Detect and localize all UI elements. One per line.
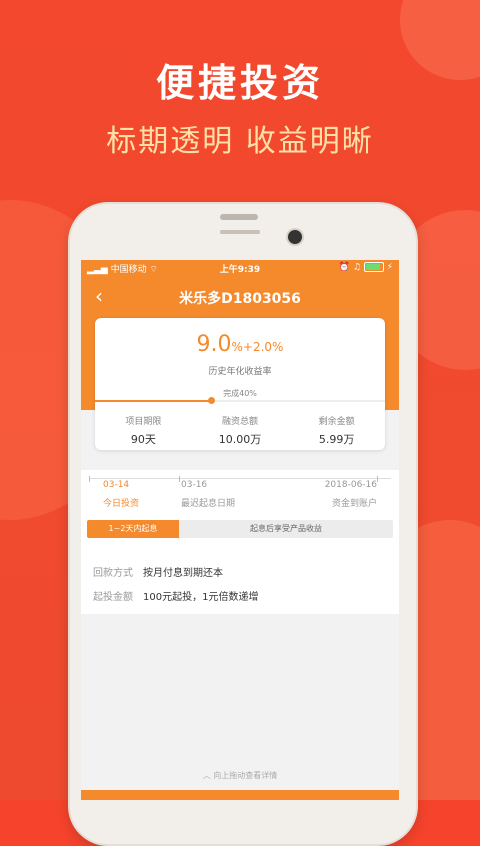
phase-start: 1~2天内起息 bbox=[87, 520, 179, 538]
progress-fill bbox=[95, 400, 211, 402]
detail-repayment: 回款方式 按月付息到期还本 bbox=[93, 564, 223, 579]
timeline-phase-bar: 1~2天内起息 起息后享受产品收益 bbox=[87, 520, 393, 538]
investment-details: 回款方式 按月付息到期还本 起投金额 100元起投，1元倍数递增 bbox=[81, 552, 399, 614]
rate-display: 9.0%+2.0% bbox=[95, 332, 385, 357]
stat-label: 融资总额 bbox=[222, 417, 259, 427]
timeline-tick bbox=[89, 476, 90, 482]
timeline-text: 最迟起息日期 bbox=[181, 499, 236, 509]
phone-camera bbox=[286, 228, 304, 246]
stat-value: 5.99万 bbox=[318, 433, 355, 446]
stat-total: 融资总额 10.00万 bbox=[192, 410, 289, 450]
phase-earning: 起息后享受产品收益 bbox=[250, 524, 322, 533]
timeline-date: 2018-06-16 bbox=[324, 480, 377, 490]
detail-label: 回款方式 bbox=[93, 568, 133, 579]
charging-icon: ⚡ bbox=[386, 262, 393, 273]
stat-term: 项目期限 90天 bbox=[95, 410, 192, 450]
timeline-tick bbox=[377, 476, 378, 482]
status-bar: ▂▃▅ 中国移动 ⌔ 上午9:39 ⏰ ♫ ⚡ bbox=[81, 260, 399, 276]
headphones-icon: ♫ bbox=[352, 262, 361, 273]
battery-icon bbox=[363, 262, 384, 272]
pull-up-footer[interactable]: ︿ 向上拖动查看详情 bbox=[81, 762, 399, 800]
progress-bar bbox=[95, 397, 385, 404]
investment-timeline: 03-14 今日投资 03-16 最迟起息日期 2018-06-16 资金到账户… bbox=[81, 470, 399, 560]
detail-value: 按月付息到期还本 bbox=[143, 568, 223, 579]
phone-speaker bbox=[220, 214, 258, 220]
footer-stripe bbox=[81, 790, 399, 800]
timeline-line bbox=[89, 478, 391, 479]
summary-card: 9.0%+2.0% 历史年化收益率 完成40% 项目期限 90天 融资总额 10… bbox=[95, 318, 385, 450]
alarm-icon: ⏰ bbox=[338, 262, 350, 273]
stat-value: 90天 bbox=[130, 433, 156, 446]
timeline-text: 资金到账户 bbox=[331, 499, 377, 509]
promo-headline: 便捷投资 bbox=[155, 61, 324, 105]
stat-value: 10.00万 bbox=[218, 433, 262, 446]
rate-suffix: %+2.0% bbox=[231, 340, 284, 354]
timeline-date: 03-16 bbox=[181, 480, 208, 490]
timeline-text: 今日投资 bbox=[103, 499, 140, 509]
progress-handle bbox=[208, 397, 215, 404]
stats-row: 项目期限 90天 融资总额 10.00万 剩余金额 5.99万 bbox=[95, 410, 385, 450]
rate-main: 9.0 bbox=[196, 332, 232, 357]
progress-label: 完成40% bbox=[223, 389, 257, 398]
promo-subline: 标期透明 收益明晰 bbox=[106, 124, 374, 159]
detail-value: 100元起投，1元倍数递增 bbox=[143, 592, 259, 603]
phone-screen: ▂▃▅ 中国移动 ⌔ 上午9:39 ⏰ ♫ ⚡ ‹ 米乐多D1803056 9.… bbox=[81, 260, 399, 800]
detail-label: 起投金额 bbox=[93, 592, 133, 603]
stat-label: 剩余金额 bbox=[318, 417, 355, 427]
navigation-bar: ‹ 米乐多D1803056 bbox=[81, 276, 399, 318]
page-title: 米乐多D1803056 bbox=[179, 291, 301, 307]
stat-remaining: 剩余金额 5.99万 bbox=[288, 410, 385, 450]
timeline-date: 03-14 bbox=[103, 480, 130, 490]
phone-speaker-grill bbox=[220, 230, 260, 234]
status-icons: ⏰ ♫ ⚡ bbox=[339, 262, 393, 273]
detail-min-amount: 起投金额 100元起投，1元倍数递增 bbox=[93, 588, 258, 603]
pull-up-hint[interactable]: ︿ 向上拖动查看详情 bbox=[81, 770, 399, 781]
timeline-tick bbox=[179, 476, 180, 482]
rate-label: 历史年化收益率 bbox=[208, 367, 272, 377]
stat-label: 项目期限 bbox=[125, 417, 162, 427]
